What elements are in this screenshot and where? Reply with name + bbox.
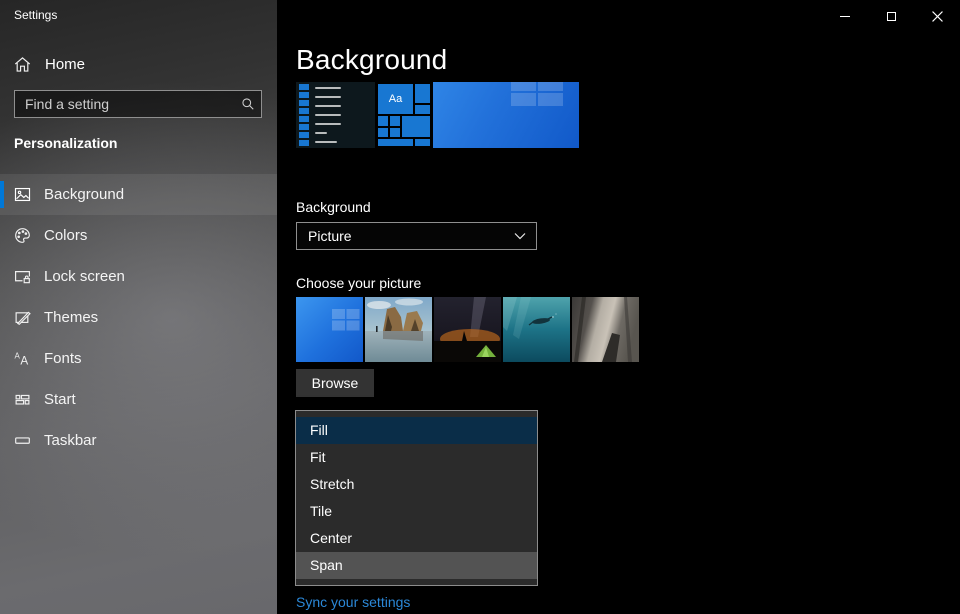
option-center[interactable]: Center	[296, 525, 537, 552]
thumbnail-beach-rocks[interactable]	[365, 297, 432, 362]
sidebar-item-background[interactable]: Background	[0, 174, 277, 215]
preview-aa-tile: Aa	[378, 84, 413, 114]
thumbnail-windows-default[interactable]	[296, 297, 363, 362]
sidebar-item-taskbar[interactable]: Taskbar	[0, 420, 277, 461]
search-input[interactable]	[15, 91, 235, 117]
window-controls	[822, 0, 960, 32]
background-preview: Aa	[296, 82, 579, 148]
thumbnail-underwater-swimmer[interactable]	[503, 297, 570, 362]
preview-start-tiles: Aa	[377, 82, 431, 148]
sidebar-item-lock-screen[interactable]: Lock screen	[0, 256, 277, 297]
background-type-select[interactable]: Picture	[296, 222, 537, 250]
search-icon[interactable]	[235, 97, 261, 111]
sidebar-item-fonts[interactable]: A A Fonts	[0, 338, 277, 379]
settings-window: Settings Home Personalization	[0, 0, 960, 614]
sidebar-item-label: Background	[44, 186, 124, 203]
thumbnail-night-tent[interactable]	[434, 297, 501, 362]
sidebar-item-start[interactable]: Start	[0, 379, 277, 420]
sidebar-nav: Background Colors	[0, 174, 277, 461]
sidebar-item-label: Themes	[44, 309, 98, 326]
maximize-button[interactable]	[868, 0, 914, 32]
maximize-icon	[887, 12, 896, 21]
taskbar-icon	[14, 432, 31, 449]
option-tile[interactable]: Tile	[296, 498, 537, 525]
background-type-label: Background	[296, 199, 371, 215]
option-span[interactable]: Span	[296, 552, 537, 579]
preview-menu-lines	[315, 84, 341, 146]
sidebar: Settings Home Personalization	[0, 0, 277, 614]
minimize-icon	[840, 16, 850, 17]
sidebar-item-label: Lock screen	[44, 268, 125, 285]
thumbnail-granite-cliff[interactable]	[572, 297, 639, 362]
choose-picture-label: Choose your picture	[296, 275, 421, 291]
fonts-icon: A A	[14, 350, 31, 367]
preview-tile-column	[299, 84, 309, 146]
sidebar-item-colors[interactable]: Colors	[0, 215, 277, 256]
section-heading-personalization: Personalization	[14, 135, 117, 151]
image-icon	[14, 186, 31, 203]
browse-button[interactable]: Browse	[296, 369, 374, 397]
fit-listbox: Fill Fit Stretch Tile Center Span	[295, 410, 538, 586]
svg-text:A: A	[20, 354, 28, 367]
palette-icon	[14, 227, 31, 244]
sidebar-item-label: Colors	[44, 227, 87, 244]
sidebar-item-label: Home	[45, 56, 85, 73]
preview-start-menu-list	[296, 82, 375, 148]
chevron-down-icon	[514, 232, 526, 240]
close-button[interactable]	[914, 0, 960, 32]
page-title: Background	[296, 44, 447, 76]
windows-logo	[511, 82, 563, 106]
sidebar-item-home[interactable]: Home	[0, 50, 277, 78]
selected-indicator	[0, 181, 4, 208]
themes-icon	[14, 309, 31, 326]
start-tiles-icon	[14, 391, 31, 408]
close-icon	[932, 11, 943, 22]
minimize-button[interactable]	[822, 0, 868, 32]
app-title: Settings	[14, 8, 57, 22]
option-fit[interactable]: Fit	[296, 444, 537, 471]
sidebar-item-label: Taskbar	[44, 432, 97, 449]
lock-screen-icon	[14, 268, 31, 285]
sidebar-item-label: Start	[44, 391, 76, 408]
preview-desktop-wallpaper	[433, 82, 579, 148]
search-box[interactable]	[14, 90, 262, 118]
sidebar-item-themes[interactable]: Themes	[0, 297, 277, 338]
option-stretch[interactable]: Stretch	[296, 471, 537, 498]
option-fill[interactable]: Fill	[296, 417, 537, 444]
select-value: Picture	[308, 228, 352, 244]
picture-thumbnails	[296, 297, 639, 362]
home-icon	[14, 56, 31, 73]
main-content: Background Aa	[277, 0, 960, 614]
sync-settings-link[interactable]: Sync your settings	[296, 594, 410, 610]
sidebar-item-label: Fonts	[44, 350, 82, 367]
